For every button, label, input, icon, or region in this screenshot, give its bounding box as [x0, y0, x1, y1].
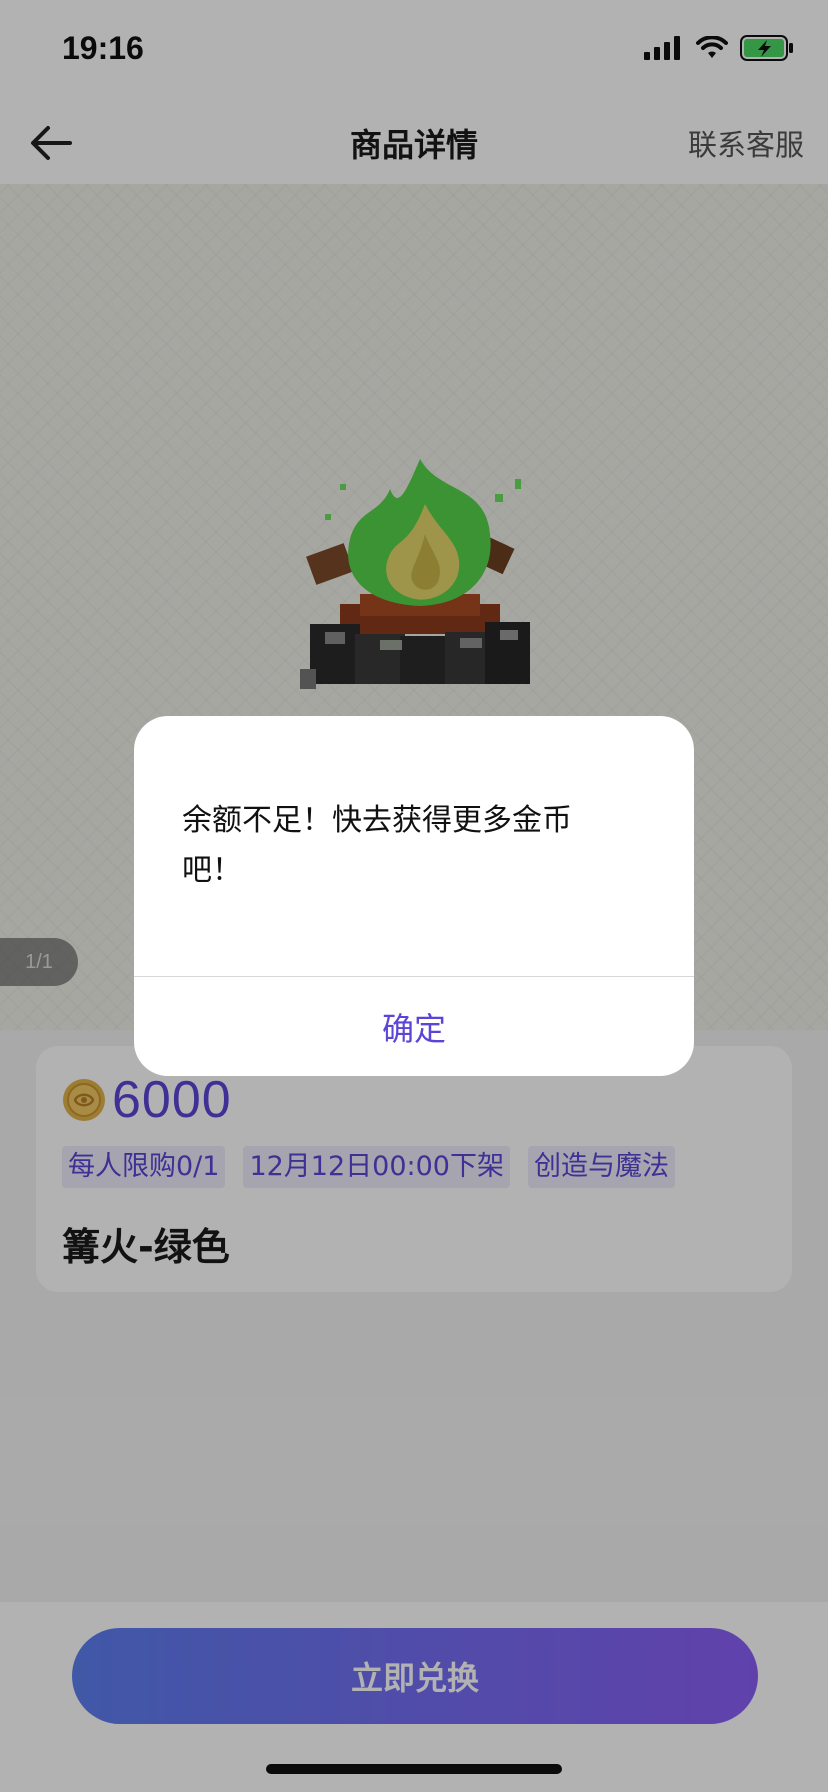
confirm-button[interactable]: 确定	[134, 977, 694, 1076]
alert-dialog: 余额不足！快去获得更多金币吧！ 确定	[134, 716, 694, 1076]
modal-overlay[interactable]: 余额不足！快去获得更多金币吧！ 确定	[0, 0, 828, 1792]
dialog-message: 余额不足！快去获得更多金币吧！	[182, 803, 572, 888]
